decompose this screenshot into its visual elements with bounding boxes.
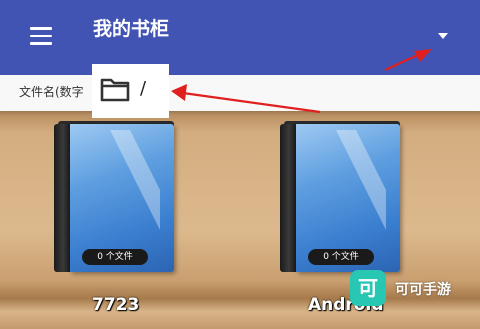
cover-shine: [110, 130, 160, 230]
app-bar: 我的书柜: [0, 0, 480, 75]
folder-icon: [100, 78, 130, 102]
book-folder-android[interactable]: 0 个文件: [280, 121, 402, 272]
cover-shine: [336, 130, 386, 230]
triangle-down-icon[interactable]: [438, 33, 448, 39]
current-path[interactable]: /: [92, 64, 169, 118]
file-count-badge: 0 个文件: [82, 249, 148, 265]
watermark-logo: 可: [350, 270, 386, 306]
sort-path-bar: 文件名(数字: [0, 75, 480, 111]
book-folder-7723[interactable]: 0 个文件: [54, 121, 176, 272]
watermark: 可 可可手游: [350, 270, 474, 308]
file-count-badge: 0 个文件: [308, 249, 374, 265]
path-text: /: [140, 78, 147, 99]
sort-label[interactable]: 文件名(数字: [19, 83, 84, 100]
book-name: 7723: [92, 295, 140, 315]
hamburger-menu-icon[interactable]: [30, 27, 52, 45]
page-title: 我的书柜: [93, 18, 170, 40]
watermark-text: 可可手游: [395, 282, 451, 298]
